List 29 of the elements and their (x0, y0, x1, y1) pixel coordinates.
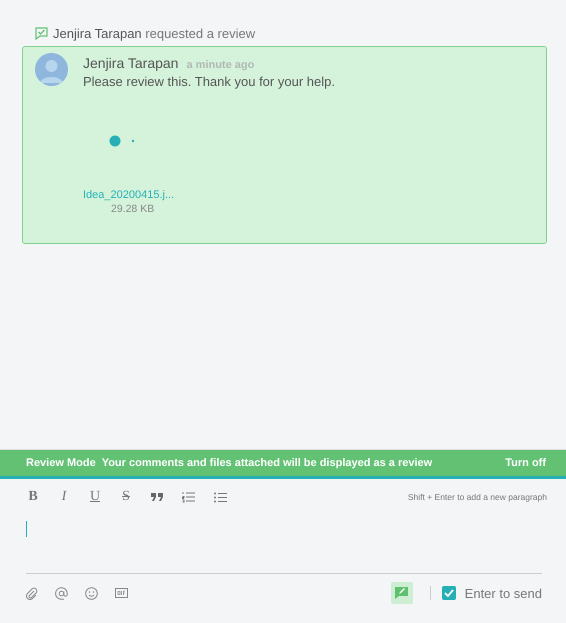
at-sign-icon[interactable] (55, 586, 68, 600)
numbered-list-icon[interactable] (182, 491, 195, 503)
review-request-icon (35, 26, 48, 40)
review-pencil-icon (395, 587, 408, 599)
quote-icon[interactable] (151, 492, 163, 502)
italic-button[interactable]: I (54, 487, 74, 507)
turn-off-link[interactable]: Turn off (505, 457, 546, 469)
bold-button[interactable]: B (23, 487, 43, 507)
bullet-list-icon[interactable] (214, 492, 227, 502)
attachment-size: 29.28 KB (111, 203, 154, 215)
paperclip-icon[interactable] (26, 586, 38, 600)
shortcut-hint: Shift + Enter to add a new paragraph (408, 492, 547, 502)
author-name: Jenjira Tarapan (83, 55, 178, 71)
review-message: Please review this. Thank you for your help. (83, 74, 336, 89)
loading-spinner-icon (109, 135, 135, 147)
enter-to-send-checkbox[interactable]: Enter to send (442, 586, 542, 600)
checkbox[interactable] (442, 586, 456, 600)
review-mode-label: Review Mode (26, 457, 96, 469)
timestamp: a minute ago (186, 59, 254, 71)
emoji-icon[interactable] (85, 586, 98, 600)
attachment-link[interactable]: Idea_20200415.j... (83, 189, 174, 201)
review-toggle-button[interactable] (390, 582, 413, 604)
gif-icon[interactable] (115, 588, 128, 598)
avatar[interactable] (35, 53, 68, 86)
message-input[interactable] (26, 521, 542, 574)
underline-button[interactable]: U (85, 487, 105, 507)
strike-button[interactable]: S (116, 487, 136, 507)
activity-text: Jenjira Tarapan requested a review (53, 26, 256, 40)
review-mode-description: Your comments and files attached will be displayed as a review (102, 457, 434, 469)
